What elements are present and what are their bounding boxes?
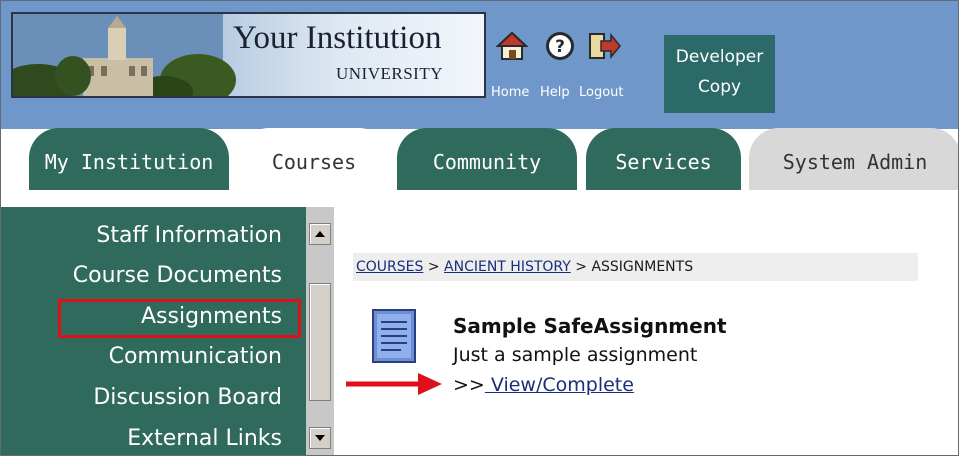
scroll-down-button[interactable] xyxy=(309,427,331,449)
menu-item-course-documents[interactable]: Course Documents xyxy=(73,263,282,288)
breadcrumb: COURSES > ANCIENT HISTORY > ASSIGNMENTS xyxy=(353,253,918,281)
assignments-highlight-box xyxy=(58,299,301,338)
tab-my-institution[interactable]: My Institution xyxy=(29,128,229,190)
tab-community[interactable]: Community xyxy=(397,128,577,190)
home-link[interactable]: Home xyxy=(491,85,529,100)
dev-copy-line1: Developer xyxy=(675,47,764,67)
svg-text:?: ? xyxy=(555,37,565,57)
header-bar: Your Institution UNIVERSITY ? Home Help xyxy=(1,1,958,129)
assignment-description: Just a sample assignment xyxy=(453,344,698,366)
tab-courses[interactable]: Courses xyxy=(239,128,389,190)
breadcrumb-assignments: ASSIGNMENTS xyxy=(591,259,694,275)
help-icon[interactable]: ? xyxy=(543,29,577,63)
assignment-action: >> View/Complete xyxy=(453,374,634,396)
header-nav: ? Home Help Logout xyxy=(491,29,659,105)
menu-item-external-links[interactable]: External Links xyxy=(127,426,282,451)
logout-icon[interactable] xyxy=(587,29,621,63)
tab-services[interactable]: Services xyxy=(586,128,741,190)
triangle-up-icon xyxy=(315,231,325,237)
breadcrumb-ancient-history[interactable]: ANCIENT HISTORY xyxy=(444,259,571,275)
assignment-document-icon xyxy=(372,309,416,363)
developer-copy-badge: Developer Copy xyxy=(664,35,775,113)
menu-item-communication[interactable]: Communication xyxy=(109,344,282,369)
home-icon[interactable] xyxy=(495,29,529,63)
menu-item-staff-information[interactable]: Staff Information xyxy=(96,223,282,248)
dev-copy-line2: Copy xyxy=(697,77,742,97)
triangle-down-icon xyxy=(315,435,325,441)
logo-subtitle: UNIVERSITY xyxy=(336,64,443,83)
help-link[interactable]: Help xyxy=(540,85,570,100)
menu-item-discussion-board[interactable]: Discussion Board xyxy=(93,385,282,410)
link-prefix: >> xyxy=(453,374,485,396)
logout-link[interactable]: Logout xyxy=(579,85,624,100)
scroll-thumb[interactable] xyxy=(309,283,331,401)
logo-title: Your Institution xyxy=(233,20,442,56)
assignment-title: Sample SafeAssignment xyxy=(453,314,727,338)
breadcrumb-separator: > xyxy=(427,259,440,275)
institution-logo[interactable]: Your Institution UNIVERSITY xyxy=(11,12,486,98)
browser-page: Your Institution UNIVERSITY ? Home Help xyxy=(0,0,959,456)
scroll-up-button[interactable] xyxy=(309,223,331,245)
view-complete-link[interactable]: View/Complete xyxy=(485,374,634,396)
breadcrumb-courses[interactable]: COURSES xyxy=(356,259,423,275)
breadcrumb-separator: > xyxy=(575,259,587,275)
course-menu-scrollbar[interactable] xyxy=(306,207,334,455)
red-arrow-icon xyxy=(346,373,442,395)
tab-system-admin[interactable]: System Admin xyxy=(749,128,958,190)
